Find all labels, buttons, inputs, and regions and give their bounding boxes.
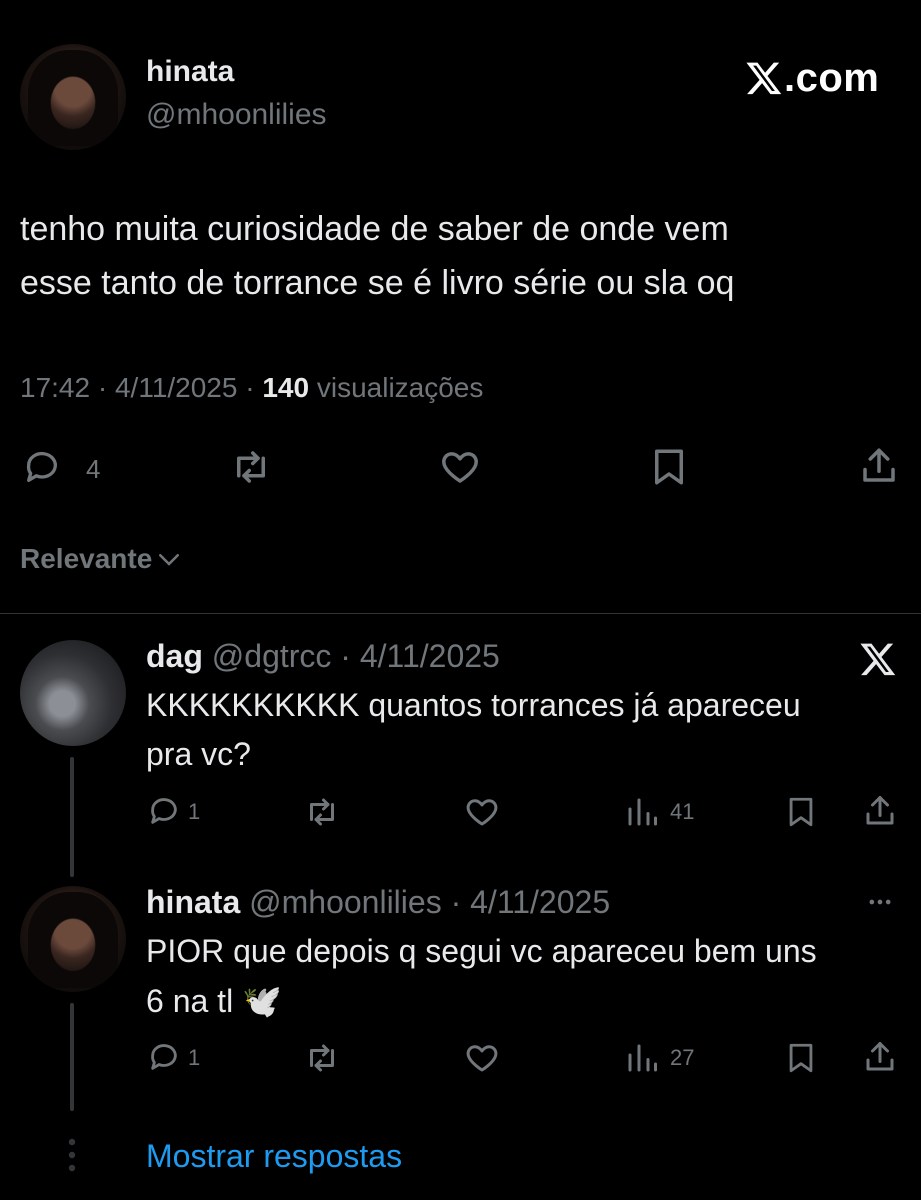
bookmark-icon xyxy=(655,449,683,485)
views-button[interactable] xyxy=(624,794,660,830)
reply-icon xyxy=(26,451,57,482)
views-count: 140 xyxy=(262,372,310,403)
views-label: visualizações xyxy=(316,372,484,403)
post-meta: 17:42 · 4/11/2025 · 140 visualizações xyxy=(20,372,484,403)
share-button[interactable] xyxy=(862,1038,898,1076)
x-logo-icon xyxy=(746,62,782,95)
reply-text-line-1: PIOR que depois q segui vc apareceu bem … xyxy=(146,933,817,969)
author-handle[interactable]: @mhoonlilies xyxy=(146,98,327,132)
heart-icon xyxy=(466,799,498,826)
views-count: 41 xyxy=(670,799,695,824)
reply-date[interactable]: 4/11/2025 xyxy=(470,884,610,920)
post-date[interactable]: 4/11/2025 xyxy=(115,372,238,403)
reply-count: 4 xyxy=(86,454,101,484)
reply-button[interactable] xyxy=(20,447,64,487)
reply-author-handle[interactable]: @dgtrcc xyxy=(212,638,332,674)
section-divider xyxy=(0,613,921,614)
share-icon xyxy=(866,1042,894,1071)
bookmark-button[interactable] xyxy=(648,444,690,490)
repost-icon xyxy=(310,1044,334,1072)
views-icon xyxy=(628,798,657,826)
reply-header: hinata @mhoonlilies · 4/11/2025 xyxy=(146,884,611,920)
repost-icon xyxy=(237,451,265,483)
repost-button[interactable] xyxy=(302,1040,342,1076)
like-button[interactable] xyxy=(437,446,483,488)
share-icon xyxy=(863,448,895,482)
reply-author-name[interactable]: hinata xyxy=(146,884,240,920)
bookmark-button[interactable] xyxy=(784,1038,818,1078)
sort-dropdown[interactable]: Relevante xyxy=(20,543,184,575)
thread-dots xyxy=(66,1138,78,1172)
reply-count: 1 xyxy=(188,1045,201,1070)
views-count: 27 xyxy=(670,1045,695,1070)
x-com-logo: .com xyxy=(744,56,879,100)
reply-avatar[interactable] xyxy=(20,640,126,746)
bookmark-icon xyxy=(789,797,813,827)
share-button[interactable] xyxy=(862,792,898,830)
post-text-line-1: tenho muita curiosidade de saber de onde… xyxy=(20,210,729,248)
share-icon xyxy=(866,796,894,825)
reply-button[interactable] xyxy=(146,1040,182,1074)
post-text-line-2: esse tanto de torrance se é livro série … xyxy=(20,264,735,302)
author-name[interactable]: hinata xyxy=(146,55,234,89)
repost-button[interactable] xyxy=(228,446,274,488)
reply-icon xyxy=(151,798,177,824)
reply-text-line-2: 6 na tl 🕊️ xyxy=(146,983,282,1019)
reply-avatar[interactable] xyxy=(20,886,126,992)
share-button[interactable] xyxy=(858,444,900,488)
thread-line xyxy=(70,757,74,877)
reply-count: 1 xyxy=(188,799,201,824)
views-icon xyxy=(628,1044,657,1072)
logo-text-com: .com xyxy=(784,55,880,100)
more-icon xyxy=(869,899,891,905)
heart-icon xyxy=(442,452,478,483)
reply-header: dag @dgtrcc · 4/11/2025 xyxy=(146,638,500,674)
reply-author-name[interactable]: dag xyxy=(146,638,203,674)
more-button[interactable] xyxy=(862,888,898,916)
views-button[interactable] xyxy=(624,1040,660,1076)
reply-text-line-1: KKKKKKKKKK quantos torrances já apareceu xyxy=(146,687,801,723)
x-logo-icon xyxy=(860,643,896,676)
heart-icon xyxy=(466,1045,498,1072)
sort-label: Relevante xyxy=(20,543,153,574)
like-button[interactable] xyxy=(463,1040,501,1076)
post-time[interactable]: 17:42 xyxy=(20,372,90,403)
repost-button[interactable] xyxy=(302,794,342,830)
reply-icon xyxy=(151,1044,177,1070)
reply-button[interactable] xyxy=(146,794,182,828)
author-avatar[interactable] xyxy=(20,44,126,150)
repost-icon xyxy=(310,798,334,826)
reply-date[interactable]: 4/11/2025 xyxy=(360,638,500,674)
bookmark-button[interactable] xyxy=(784,792,818,832)
bookmark-icon xyxy=(789,1043,813,1073)
x-logo xyxy=(858,640,898,678)
like-button[interactable] xyxy=(463,794,501,830)
thread-line xyxy=(70,1003,74,1111)
reply-text-line-2: pra vc? xyxy=(146,736,251,772)
show-replies-link[interactable]: Mostrar respostas xyxy=(146,1138,402,1175)
chevron-down-icon xyxy=(159,554,180,566)
reply-author-handle[interactable]: @mhoonlilies xyxy=(249,884,442,920)
vertical-dots-icon xyxy=(68,1138,76,1172)
